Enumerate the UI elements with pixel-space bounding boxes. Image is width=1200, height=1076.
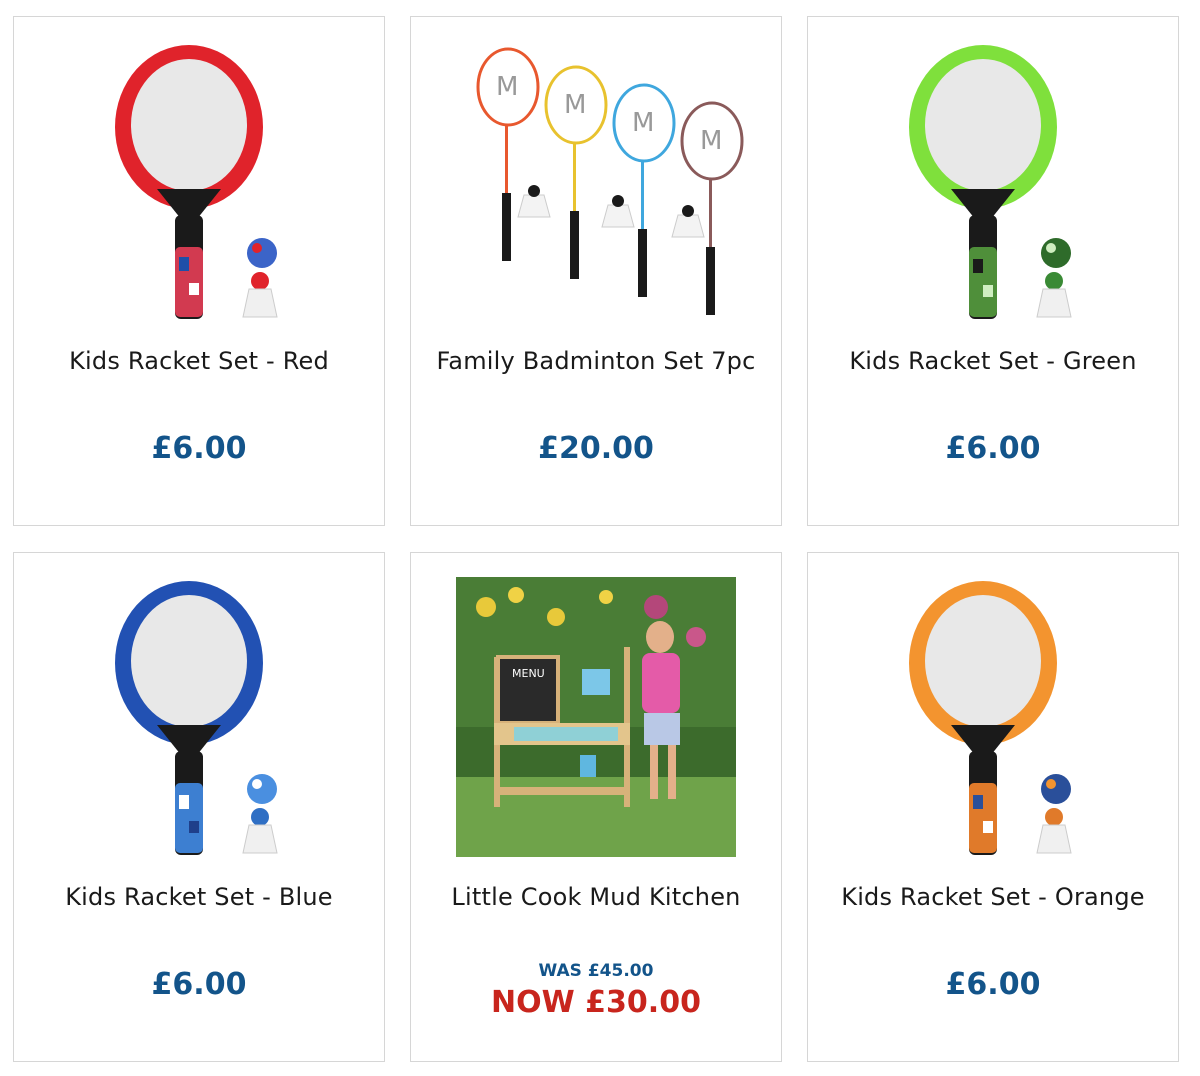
product-price: £6.00 <box>945 431 1041 466</box>
product-card[interactable]: MENU Little Cook Mud Kitchen WAS £45.00 … <box>410 552 782 1062</box>
svg-text:MENU: MENU <box>512 667 545 680</box>
was-price: WAS £45.00 <box>538 961 654 981</box>
product-card[interactable]: Kids Racket Set - Red £6.00 <box>13 16 385 526</box>
product-card[interactable]: Kids Racket Set - Blue £6.00 <box>13 552 385 1062</box>
product-image-green-racket-set[interactable] <box>808 17 1178 337</box>
product-image-red-racket-set[interactable] <box>14 17 384 337</box>
svg-text:M: M <box>700 126 722 156</box>
product-image-orange-racket-set[interactable] <box>808 553 1178 873</box>
svg-text:M: M <box>632 108 654 138</box>
product-title[interactable]: Family Badminton Set 7pc <box>411 347 781 375</box>
product-card[interactable]: Kids Racket Set - Green £6.00 <box>807 16 1179 526</box>
product-price: £20.00 <box>538 431 654 466</box>
product-price: £6.00 <box>945 967 1041 1002</box>
product-image-blue-racket-set[interactable] <box>14 553 384 873</box>
product-card[interactable]: Kids Racket Set - Orange £6.00 <box>807 552 1179 1062</box>
svg-text:M: M <box>496 72 518 102</box>
sale-price: NOW £30.00 <box>491 985 701 1020</box>
product-title[interactable]: Little Cook Mud Kitchen <box>411 883 781 911</box>
product-card[interactable]: M M M M Family Badminton Set 7pc £20.00 <box>410 16 782 526</box>
product-title[interactable]: Kids Racket Set - Red <box>14 347 384 375</box>
product-title[interactable]: Kids Racket Set - Blue <box>14 883 384 911</box>
product-price: £6.00 <box>151 431 247 466</box>
product-image-badminton-set[interactable]: M M M M <box>411 17 781 337</box>
product-title[interactable]: Kids Racket Set - Orange <box>808 883 1178 911</box>
svg-text:M: M <box>564 90 586 120</box>
product-image-mud-kitchen-photo[interactable]: MENU <box>411 553 781 873</box>
product-price: £6.00 <box>151 967 247 1002</box>
product-title[interactable]: Kids Racket Set - Green <box>808 347 1178 375</box>
